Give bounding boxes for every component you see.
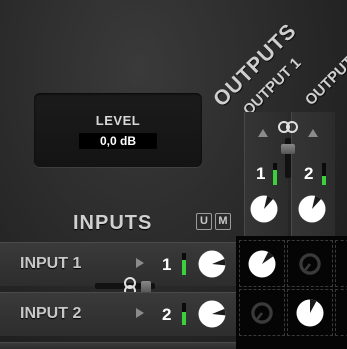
input-row-1: INPUT 1 1 xyxy=(0,242,236,286)
output-fader-handle[interactable] xyxy=(281,144,295,154)
routing-matrix xyxy=(236,236,347,349)
input-1-meter xyxy=(182,253,186,275)
output-2-knob[interactable] xyxy=(297,194,327,224)
input-2-arrow-icon[interactable] xyxy=(136,308,144,318)
input-1-number: 1 xyxy=(162,255,172,274)
output-1-meter xyxy=(273,163,277,185)
input-1-arrow-icon[interactable] xyxy=(136,258,144,268)
matrix-cell-in2-out1[interactable] xyxy=(239,289,285,336)
input-2-label: INPUT 2 xyxy=(20,305,82,322)
matrix-knob-icon xyxy=(249,300,275,326)
output-2-number: 2 xyxy=(304,164,314,183)
input-2-meter xyxy=(182,303,186,325)
mute-button[interactable]: M xyxy=(215,213,231,230)
input-2-number: 2 xyxy=(162,305,172,324)
matrix-knob-icon xyxy=(247,249,277,279)
matrix-cell-in1-out1[interactable] xyxy=(239,240,285,287)
level-panel: LEVEL 0,0 dB xyxy=(34,93,202,167)
inputs-title: INPUTS xyxy=(73,212,153,234)
input-2-meter-fill xyxy=(182,311,186,325)
input-1-meter-fill xyxy=(182,259,186,275)
matrix-cell-in2-out3[interactable] xyxy=(335,289,347,336)
unmute-button[interactable]: U xyxy=(196,213,212,230)
matrix-knob-icon xyxy=(297,251,323,277)
output-2-arrow-icon[interactable] xyxy=(308,129,318,137)
input-row-3 xyxy=(0,342,236,349)
input-1-knob[interactable] xyxy=(197,249,227,279)
matrix-cell-in1-out3[interactable] xyxy=(335,240,347,287)
output-1-knob[interactable] xyxy=(249,194,279,224)
output-2-meter-fill xyxy=(322,176,326,185)
output-link-icon[interactable] xyxy=(276,120,300,134)
matrix-cell-in2-out2[interactable] xyxy=(287,289,333,336)
input-2-knob[interactable] xyxy=(197,299,227,329)
matrix-knob-icon xyxy=(295,298,325,328)
output-1-arrow-icon[interactable] xyxy=(258,129,268,137)
input-1-label: INPUT 1 xyxy=(20,255,82,272)
input-row-2: INPUT 2 2 xyxy=(0,292,236,336)
matrix-cell-in1-out2[interactable] xyxy=(287,240,333,287)
output-1-meter-fill xyxy=(273,169,277,185)
level-value-display[interactable]: 0,0 dB xyxy=(79,133,157,149)
output-1-number: 1 xyxy=(256,164,266,183)
level-label: LEVEL xyxy=(95,113,141,128)
output-2-meter xyxy=(322,163,326,185)
